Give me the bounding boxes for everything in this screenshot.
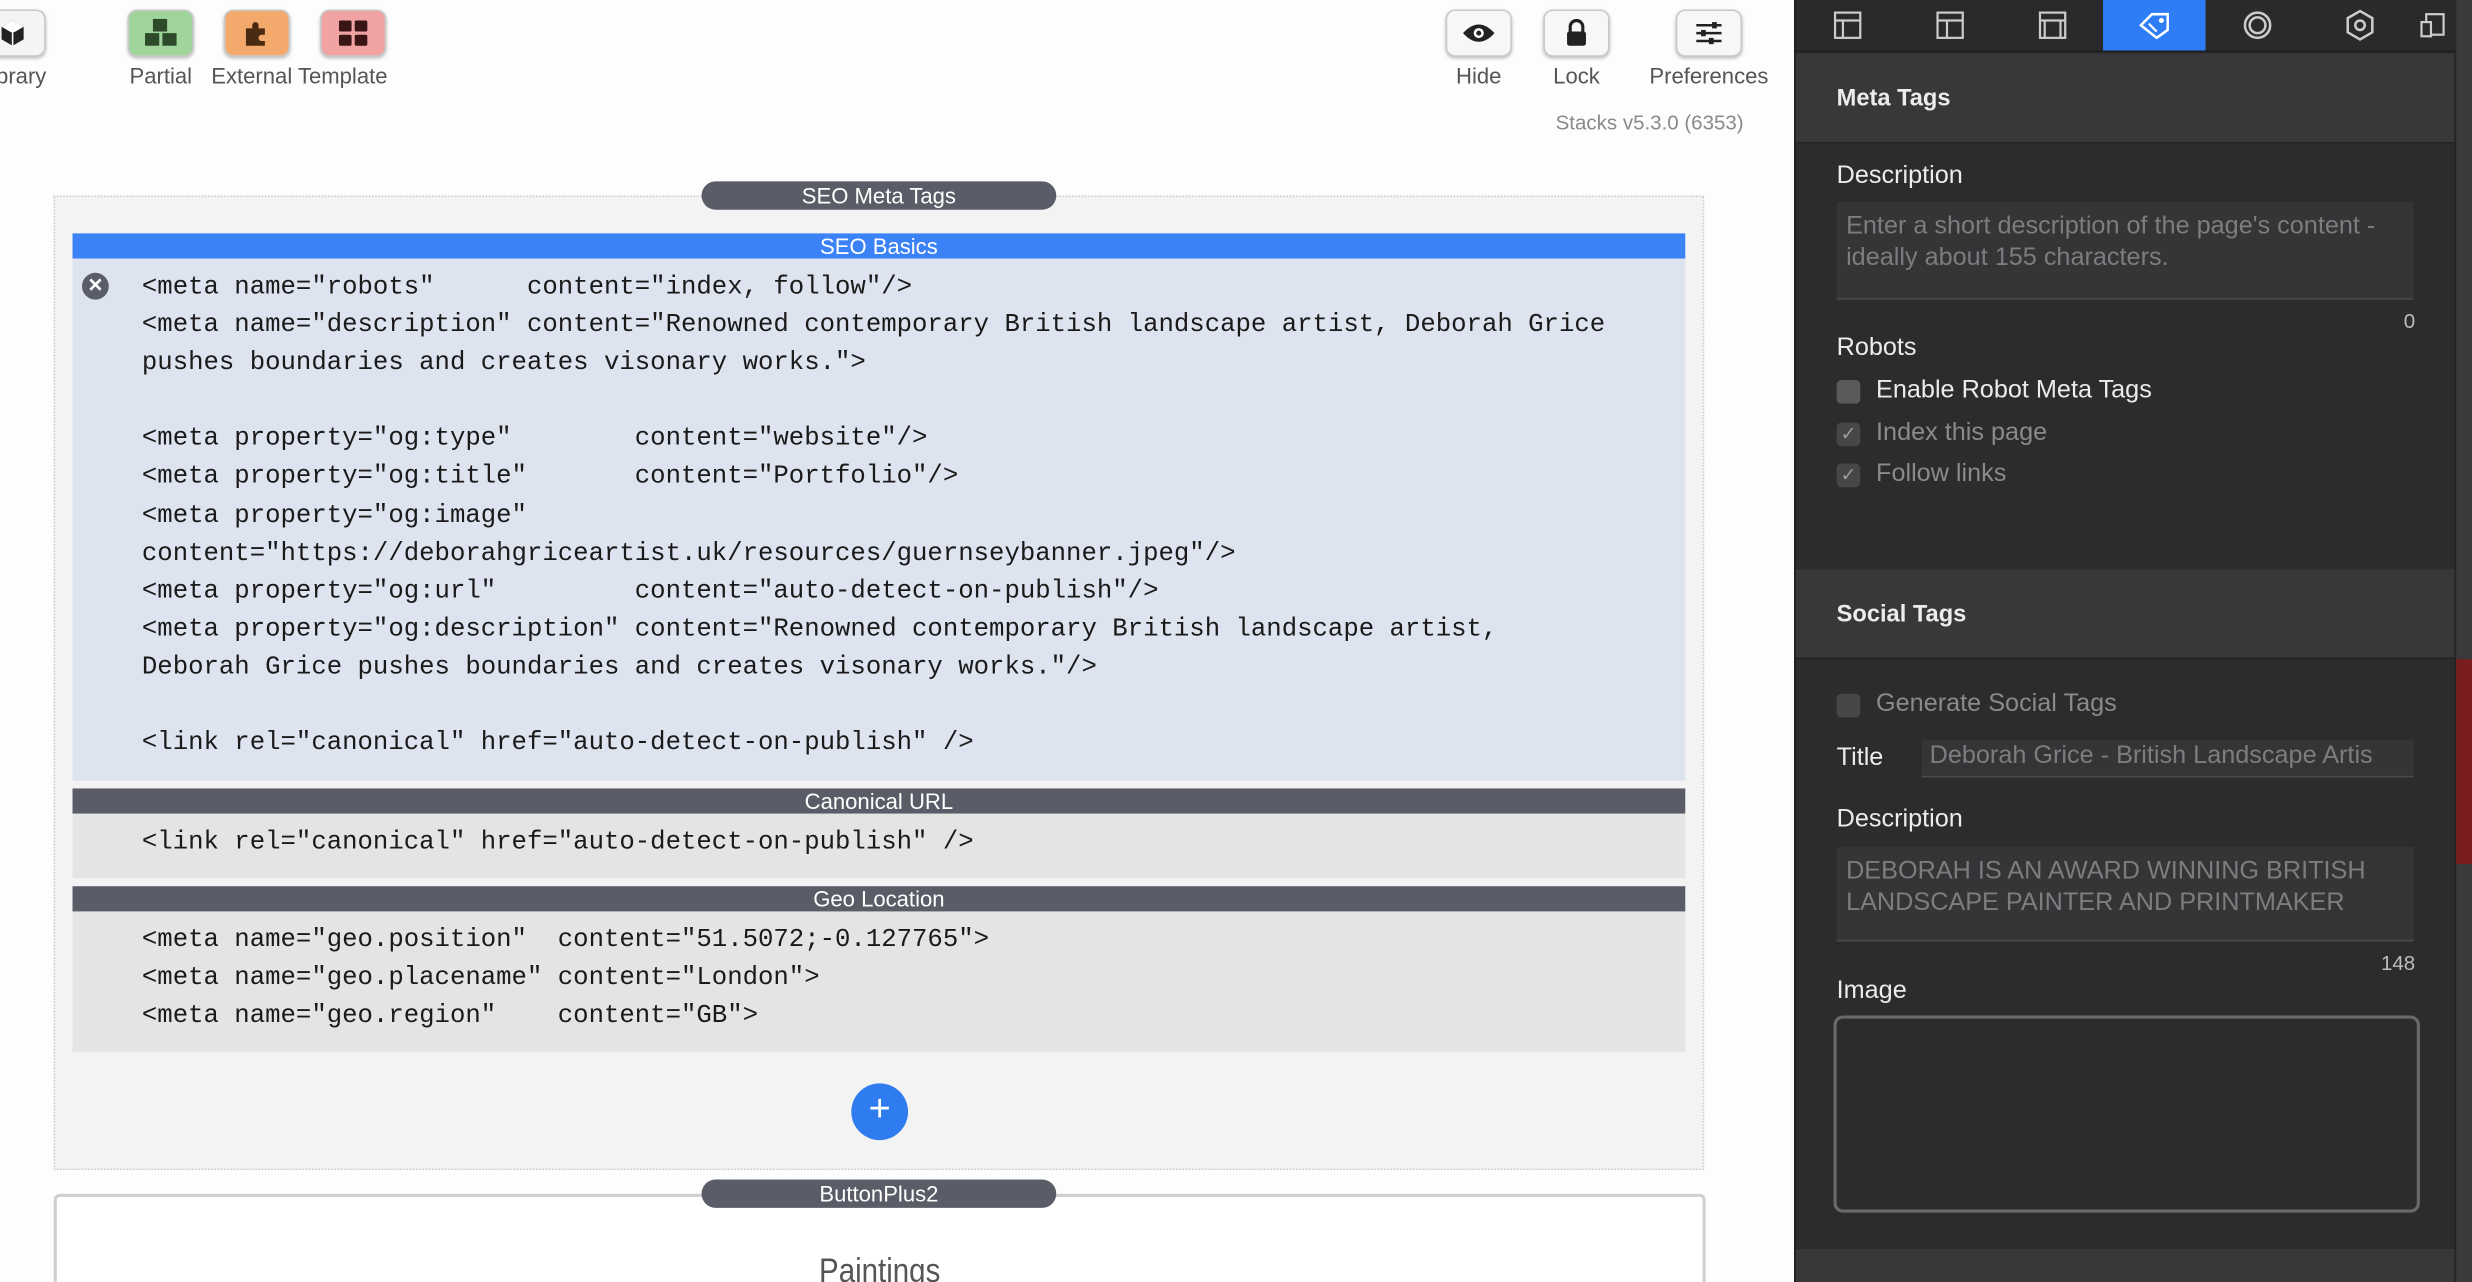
puzzle-icon — [223, 9, 291, 57]
tab-meta-tags[interactable] — [2103, 0, 2206, 51]
lock-button[interactable]: Lock — [1539, 0, 1615, 88]
inspector-panel: Meta Tags Description Enter a short desc… — [1794, 0, 2472, 1282]
meta-description-label: Description — [1836, 162, 1963, 190]
close-icon[interactable]: ✕ — [81, 272, 109, 300]
window-edge — [2456, 0, 2472, 1282]
device-icon — [2420, 13, 2445, 38]
tab-layout-3[interactable] — [2001, 0, 2103, 50]
index-this-page-checkbox[interactable]: ✓ Index this page — [1836, 419, 2048, 447]
canonical-url-code: <link rel="canonical" href="auto-detect-… — [141, 826, 974, 857]
layout-icon — [1935, 11, 1964, 39]
social-image-well[interactable] — [1833, 1015, 2420, 1213]
template-button[interactable] — [320, 0, 387, 57]
generate-social-tags-label: Generate Social Tags — [1876, 690, 2117, 718]
tab-circle[interactable] — [2206, 0, 2308, 50]
geo-location-code: <meta name="geo.position" content="51.50… — [141, 924, 990, 1031]
generate-social-tags-checkbox[interactable]: Generate Social Tags — [1836, 690, 2117, 719]
canonical-url-band[interactable]: Canonical URL — [72, 788, 1686, 814]
editor-canvas: Library Partial External Template Hide — [0, 0, 1795, 1282]
social-description-input[interactable]: DEBORAH IS AN AWARD WINNING BRITISH LAND… — [1836, 846, 2414, 942]
library-label: Library — [0, 63, 47, 89]
checkmark-icon: ✓ — [1836, 421, 1861, 446]
partial-button[interactable]: Partial — [114, 0, 209, 88]
index-this-page-label: Index this page — [1876, 419, 2048, 447]
eye-icon — [1445, 9, 1512, 57]
next-section-header[interactable] — [1795, 1248, 2455, 1282]
social-description-count: 148 — [2380, 950, 2416, 975]
buttonplus2-title[interactable]: ButtonPlus2 — [701, 1179, 1057, 1208]
circle-icon — [2242, 11, 2271, 40]
social-title-input[interactable]: Deborah Grice - British Landscape Artis — [1921, 739, 2414, 778]
meta-tags-header[interactable]: Meta Tags — [1795, 53, 2455, 144]
robots-label: Robots — [1836, 334, 1917, 362]
version-label: Stacks v5.3.0 (6353) — [1555, 110, 1744, 135]
checkbox-icon — [1836, 379, 1861, 403]
meta-tags-title: Meta Tags — [1836, 85, 1951, 112]
enable-robot-meta-tags-checkbox[interactable]: Enable Robot Meta Tags — [1836, 376, 2152, 405]
layout-icon — [2038, 11, 2066, 39]
social-title-row: Title Deborah Grice - British Landscape … — [1836, 739, 2420, 778]
library-icon — [0, 9, 46, 57]
tab-device[interactable] — [2410, 0, 2454, 50]
seo-basics-band[interactable]: SEO Basics — [72, 233, 1686, 259]
partial-label: Partial — [129, 63, 193, 89]
meta-description-input[interactable]: Enter a short description of the page's … — [1836, 201, 2414, 300]
plus-icon: + — [868, 1088, 891, 1131]
external-button[interactable]: External Template — [208, 0, 388, 89]
background-strip — [2456, 659, 2472, 865]
social-title-label: Title — [1836, 744, 1884, 772]
lock-label: Lock — [1553, 63, 1600, 89]
tag-icon — [2138, 12, 2169, 40]
social-description-label: Description — [1836, 805, 1963, 833]
add-stack-button[interactable]: + — [851, 1083, 909, 1141]
hide-label: Hide — [1456, 63, 1502, 89]
lock-icon — [1543, 9, 1610, 57]
seo-meta-tags-title[interactable]: SEO Meta Tags — [701, 181, 1057, 210]
follow-links-label: Follow links — [1876, 460, 2007, 488]
grid-icon — [320, 9, 387, 57]
geo-location-band[interactable]: Geo Location — [72, 886, 1686, 912]
enable-robot-meta-tags-label: Enable Robot Meta Tags — [1876, 376, 2152, 404]
preferences-button[interactable]: Preferences — [1644, 0, 1773, 88]
follow-links-checkbox[interactable]: ✓ Follow links — [1836, 460, 2007, 488]
layout-icon — [1833, 11, 1861, 39]
meta-description-count: 0 — [2403, 309, 2416, 333]
inspector-tabs — [1795, 0, 2472, 53]
paintings-heading: Paintings — [819, 1250, 941, 1282]
hide-button[interactable]: Hide — [1441, 0, 1517, 88]
social-image-label: Image — [1836, 977, 1907, 1005]
checkmark-icon: ✓ — [1836, 462, 1861, 487]
social-tags-header[interactable]: Social Tags — [1795, 569, 2455, 660]
tab-settings[interactable] — [2308, 0, 2410, 50]
partial-icon — [127, 9, 194, 57]
tab-layout-2[interactable] — [1898, 0, 2000, 50]
external-template-label: External Template — [211, 63, 388, 89]
preferences-label: Preferences — [1649, 63, 1769, 89]
tab-layout-1[interactable] — [1796, 0, 1898, 50]
sliders-icon — [1675, 9, 1743, 57]
library-button[interactable]: Library — [0, 0, 91, 88]
social-tags-title: Social Tags — [1836, 600, 1967, 628]
seo-basics-code: <meta name="robots" content="index, foll… — [141, 271, 1606, 758]
gear-icon — [2345, 9, 2373, 41]
checkbox-icon — [1836, 693, 1861, 717]
